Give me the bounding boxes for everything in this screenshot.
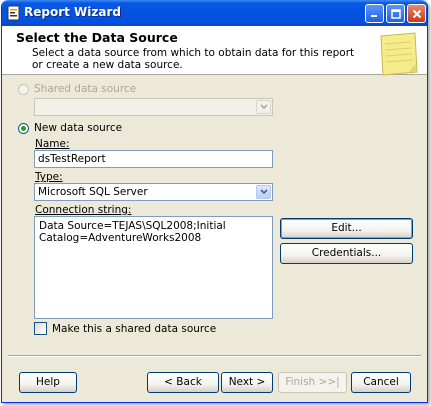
window-title: Report Wizard — [24, 5, 121, 19]
type-select-value: Microsoft SQL Server — [38, 186, 148, 198]
title-bar[interactable]: Report Wizard — [2, 0, 427, 26]
credentials-button[interactable]: Credentials... — [280, 243, 413, 264]
shared-combo-dropdown-button[interactable] — [256, 100, 271, 114]
shared-data-source-label: Shared data source — [34, 83, 137, 95]
wizard-notepad-icon — [380, 32, 418, 76]
report-wizard-window: Report Wizard Select the Data Source Sel… — [1, 0, 428, 403]
new-data-source-label: New data source — [34, 122, 123, 134]
type-label: Type: — [35, 171, 63, 183]
page-description: Select a data source from which to obtai… — [32, 47, 355, 71]
connection-string-label: Connection string: — [35, 204, 132, 216]
help-button[interactable]: Help — [19, 372, 77, 393]
make-shared-checkbox-label: Make this a shared data source — [52, 323, 217, 335]
maximize-button[interactable] — [386, 4, 405, 23]
finish-button[interactable]: Finish >>| — [278, 372, 347, 393]
type-dropdown-button[interactable] — [256, 185, 271, 199]
footer-divider — [8, 355, 421, 357]
make-shared-checkbox[interactable] — [34, 322, 47, 335]
name-input[interactable]: dsTestReport — [34, 150, 273, 168]
chevron-down-icon — [259, 104, 268, 110]
wizard-header: Select the Data Source Select a data sou… — [2, 26, 427, 76]
minimize-button[interactable] — [365, 4, 384, 23]
connection-string-input[interactable]: Data Source=TEJAS\SQL2008;Initial Catalo… — [34, 216, 273, 319]
close-icon — [412, 9, 421, 18]
page-title: Select the Data Source — [16, 30, 178, 45]
type-select[interactable]: Microsoft SQL Server — [34, 183, 273, 201]
cancel-button[interactable]: Cancel — [351, 372, 411, 393]
report-wizard-icon — [7, 5, 20, 21]
back-button[interactable]: < Back — [147, 372, 219, 393]
name-label: Name: — [35, 138, 70, 150]
shared-data-source-radio[interactable] — [18, 84, 29, 95]
minimize-icon — [371, 15, 377, 17]
close-button[interactable] — [407, 4, 426, 23]
edit-button[interactable]: Edit... — [280, 218, 413, 239]
next-button[interactable]: Next > — [221, 372, 273, 393]
maximize-icon — [390, 8, 401, 19]
shared-data-source-combo[interactable] — [34, 98, 273, 116]
chevron-down-icon — [259, 189, 268, 195]
radio-selected-dot — [21, 126, 26, 131]
new-data-source-radio[interactable] — [18, 123, 29, 134]
